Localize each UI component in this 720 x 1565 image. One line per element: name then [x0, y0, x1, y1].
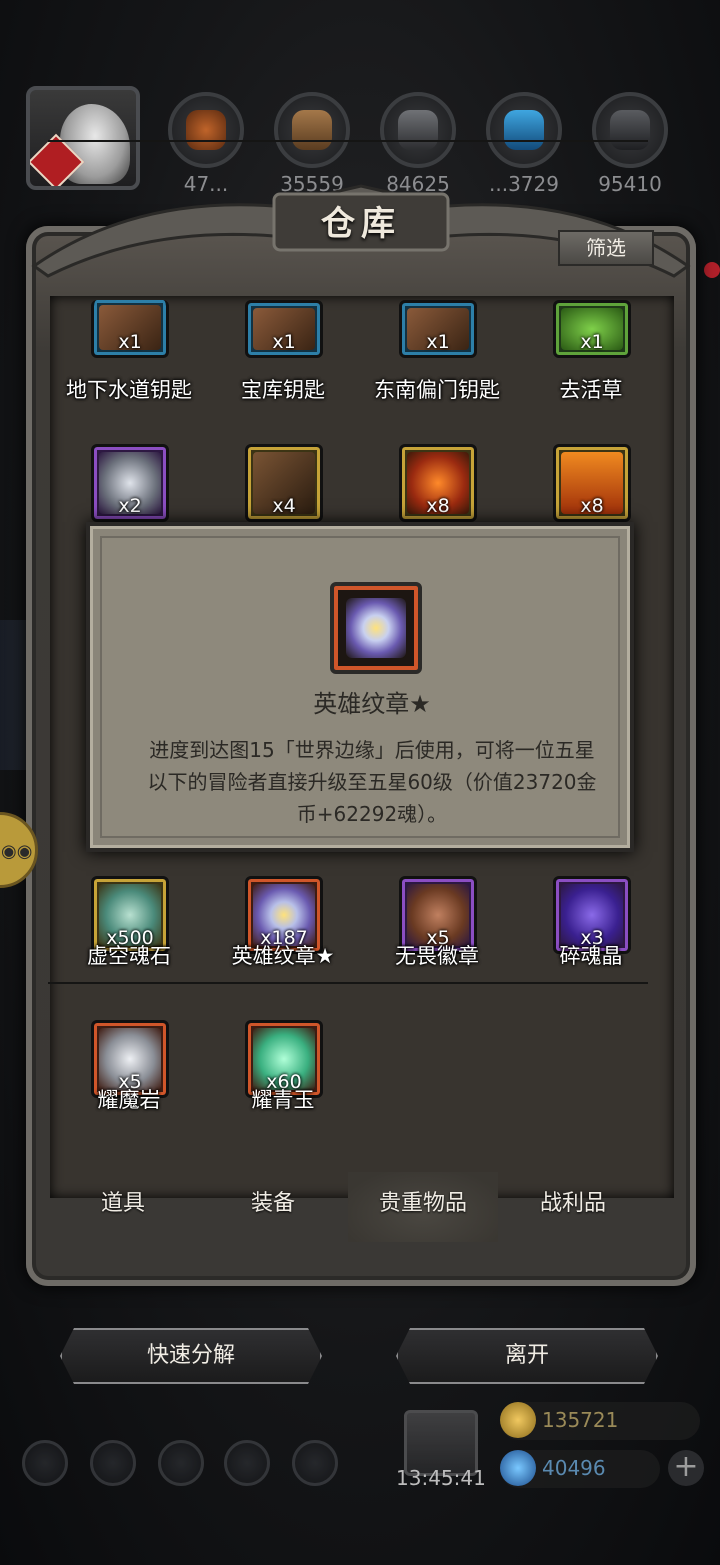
item-name: 耀魔岩 [97, 1088, 161, 1112]
item-name: 去活草 [559, 378, 623, 402]
item-count: x1 [580, 331, 604, 353]
gem-counter: 40496 [500, 1450, 660, 1488]
leave-button[interactable]: 离开 [396, 1328, 658, 1384]
crystal-resource-icon[interactable] [486, 92, 562, 168]
item-name: 英雄纹章★ [231, 944, 335, 968]
item-tooltip: 英雄纹章★ 进度到达图15「世界边缘」后使用，可将一位五星以下的冒险者直接升级至… [86, 522, 634, 852]
gold-counter: 135721 [500, 1402, 700, 1440]
tooltip-body: 英雄纹章★ 进度到达图15「世界边缘」后使用，可将一位五星以下的冒险者直接升级至… [100, 536, 620, 838]
item-count: x1 [118, 331, 142, 353]
category-tabs: 道具 装备 贵重物品 战利品 [48, 1172, 648, 1242]
item-name: 东南偏门钥匙 [374, 378, 500, 402]
eyes-icon: ◉◉ [1, 841, 33, 862]
stone-resource-icon[interactable] [592, 92, 668, 168]
add-currency-button[interactable]: + [668, 1450, 704, 1486]
tooltip-item-name: 英雄纹章★ [313, 690, 431, 718]
quick-decompose-button[interactable]: 快速分解 [60, 1328, 322, 1384]
crest-icon [346, 598, 406, 658]
item-count: x1 [426, 331, 450, 353]
building-icon[interactable] [158, 1440, 204, 1486]
item-name: 耀青玉 [251, 1088, 315, 1112]
inventory-item[interactable]: x60 耀青玉 [208, 1020, 358, 1130]
divider [48, 140, 648, 142]
tab-loot[interactable]: 战利品 [498, 1172, 648, 1242]
item-count: x2 [118, 495, 142, 517]
inventory-item[interactable]: x1 去活草 [516, 300, 666, 410]
inventory-item[interactable]: x1 宝库钥匙 [208, 300, 358, 410]
gold-coin-icon [500, 1402, 536, 1438]
inventory-item[interactable]: x3 碎魂晶 [516, 876, 666, 986]
wood-resource-icon[interactable] [168, 92, 244, 168]
inventory-item[interactable]: x5 无畏徽章 [362, 876, 512, 986]
item-name: 无畏徽章 [395, 944, 479, 968]
tooltip-item-slot [330, 582, 422, 674]
item-count: x8 [580, 495, 604, 517]
tooltip-description: 进度到达图15「世界边缘」后使用，可将一位五星以下的冒险者直接升级至五星60级（… [147, 738, 597, 826]
plank-resource-icon[interactable] [274, 92, 350, 168]
item-count: x8 [426, 495, 450, 517]
item-count: x4 [272, 495, 296, 517]
tab-items[interactable]: 道具 [48, 1172, 198, 1242]
star-icon[interactable] [90, 1440, 136, 1486]
inventory-item[interactable]: x500 虚空魂石 [54, 876, 204, 986]
item-name: 宝库钥匙 [241, 378, 325, 402]
tab-valuables[interactable]: 贵重物品 [348, 1172, 498, 1242]
settings-icon[interactable] [22, 1440, 68, 1486]
tab-equipment[interactable]: 装备 [198, 1172, 348, 1242]
inventory-item[interactable]: x1 东南偏门钥匙 [362, 300, 512, 410]
inventory-item[interactable]: x5 耀魔岩 [54, 1020, 204, 1130]
item-name: 地下水道钥匙 [66, 378, 192, 402]
countdown-timer: 13:45:41 [396, 1466, 486, 1490]
item-name: 碎魂晶 [559, 944, 623, 968]
item-name: 虚空魂石 [87, 944, 171, 968]
horn-icon[interactable] [292, 1440, 338, 1486]
gold-value: 135721 [542, 1408, 619, 1432]
gem-value: 40496 [542, 1456, 606, 1480]
item-count: x1 [272, 331, 296, 353]
player-portrait[interactable] [26, 86, 140, 190]
iron-resource-icon[interactable] [380, 92, 456, 168]
gem-icon [500, 1450, 536, 1486]
mail-icon[interactable] [224, 1440, 270, 1486]
inventory-item[interactable]: x1 地下水道钥匙 [54, 300, 204, 410]
filter-button[interactable]: 筛选 [558, 230, 654, 266]
inventory-item[interactable]: x187 英雄纹章★ [208, 876, 358, 986]
